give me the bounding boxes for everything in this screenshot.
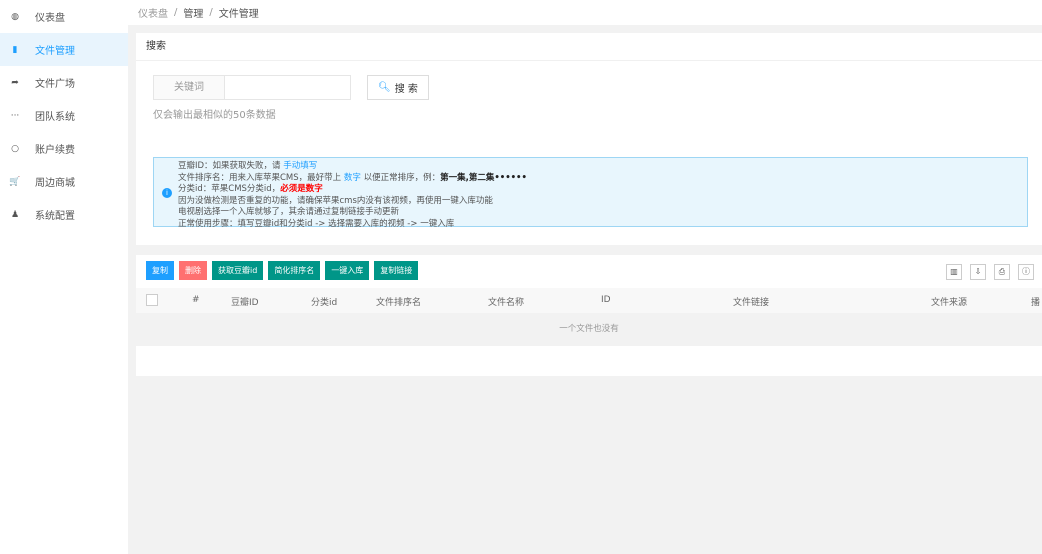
export-icon[interactable]: ⇩ [970, 264, 986, 280]
tip-text: 因为没做检测是否重复的功能，请确保苹果cms内没有该视频，再使用一键入库功能 [178, 195, 493, 206]
search-card-title: 搜索 [136, 33, 1042, 61]
breadcrumb-separator: / [174, 7, 178, 18]
sidebar-item-label: 团队系统 [35, 112, 75, 123]
empty-message: 一个文件也没有 [136, 313, 1042, 346]
tip-text: 数字 [343, 172, 361, 183]
column-header: 播 [1031, 298, 1041, 308]
file-table-card: 复制 删除 获取豆瓣id 简化排序名 一键入库 复制链接 ▥ ⇩ ⎙ ⓘ # 豆瓣ID 分类id 文件… [136, 255, 1042, 376]
tip-text: 正常使用步骤：填写豆瓣id和分类id -> 选择需要入库的视频 -> 一键入库 [178, 218, 455, 229]
sidebar-item-5[interactable]: 🛒 周边商城 [0, 165, 128, 198]
info-icon[interactable]: ⓘ [1018, 264, 1034, 280]
tip-text: 豆瓣ID：如果获取失败，请 手动填写 [178, 161, 1027, 173]
tip-text: 必须是数字 [280, 184, 323, 194]
sidebar-item-2[interactable]: ➦ 文件广场 [0, 66, 128, 99]
keyword-input[interactable] [225, 75, 351, 100]
sidebar-item-label: 仪表盘 [35, 13, 65, 24]
info-icon: i [162, 188, 172, 198]
share-icon: ➦ [11, 77, 19, 88]
user-icon: ♟ [10, 209, 20, 220]
column-header: ID [601, 295, 611, 305]
toolbar-button-1[interactable]: 删除 [179, 261, 207, 280]
toolbar-button-4[interactable]: 一键入库 [325, 261, 370, 280]
breadcrumb-item[interactable]: 仪表盘 [138, 5, 168, 20]
breadcrumb-separator: / [209, 7, 213, 18]
keyword-label: 关键词 [153, 75, 225, 100]
column-header: # [192, 295, 200, 305]
info-tip: i 豆瓣ID：如果获取失败，请 手动填写 文件排序名：用来入库苹果CMS，最好带… [153, 157, 1028, 229]
dashboard-icon: ◍ [11, 11, 19, 22]
sidebar-item-6[interactable]: ♟ 系统配置 [0, 198, 128, 231]
column-header: 文件链接 [733, 298, 770, 308]
search-hint: 仅会输出最相似的50条数据 [153, 110, 276, 121]
breadcrumb-item[interactable]: 管理 [183, 5, 203, 20]
column-header: 豆瓣ID [231, 298, 259, 308]
tip-text: 第一集,第二集•••••• [440, 172, 527, 183]
sidebar-item-label: 周边商城 [35, 178, 75, 189]
toolbar-button-5[interactable]: 复制链接 [374, 261, 419, 280]
ellipsis-icon: ··· [10, 110, 20, 121]
tip-text: 电视剧选择一个入库就够了，其余请通过复制链接手动更新 [178, 207, 400, 217]
tip-text: 分类id：苹果CMS分类id，必须是数字 [178, 184, 1027, 196]
sidebar-item-3[interactable]: ··· 团队系统 [0, 99, 128, 132]
search-icon: 🔍︎ [378, 82, 391, 93]
tip-text: 文件排序名：用来入库苹果CMS，最好带上 [178, 172, 344, 183]
circle-icon: ○ [11, 143, 19, 154]
tip-text: 文件排序名：用来入库苹果CMS，最好带上 数字 以便正常排序，例：第一集,第二集… [178, 173, 1027, 185]
search-button[interactable]: 🔍︎ 搜 索 [367, 75, 429, 100]
tip-text: 豆瓣ID：如果获取失败，请 [178, 161, 284, 171]
select-all-checkbox[interactable] [146, 294, 158, 306]
tip-text: 手动填写 [283, 161, 318, 171]
column-header: 分类id [311, 298, 338, 308]
sidebar: ◍ 仪表盘 ▮ 文件管理 ➦ 文件广场 ··· 团队系统 ○ 账户续费 🛒 周边商城 ♟ 系统配置 [0, 0, 128, 554]
toolbar-button-3[interactable]: 简化排序名 [268, 261, 321, 280]
breadcrumb-item[interactable]: 文件管理 [219, 5, 259, 20]
tip-text: 分类id：苹果CMS分类id， [178, 184, 281, 194]
sidebar-item-label: 文件管理 [35, 46, 75, 57]
sidebar-item-0[interactable]: ◍ 仪表盘 [0, 0, 128, 33]
sidebar-item-label: 系统配置 [35, 211, 75, 222]
print-icon[interactable]: ⎙ [994, 264, 1010, 280]
toolbar-button-2[interactable]: 获取豆瓣id [212, 261, 264, 280]
table-header: # 豆瓣ID 分类id 文件排序名 文件名称 ID 文件链接 文件来源 播 [136, 288, 1042, 313]
column-header: 文件排序名 [376, 298, 422, 308]
sidebar-item-label: 文件广场 [35, 79, 75, 90]
breadcrumb: 仪表盘 / 管理 / 文件管理 [128, 0, 1042, 25]
columns-icon[interactable]: ▥ [946, 264, 962, 280]
file-icon: ▮ [12, 44, 18, 55]
sidebar-item-label: 账户续费 [35, 145, 75, 156]
search-card: 搜索 关键词 🔍︎ 搜 索 仅会输出最相似的50条数据 i 豆瓣ID：如果获取失败… [136, 33, 1042, 245]
cart-icon: 🛒 [9, 176, 21, 187]
column-header: 文件来源 [931, 298, 968, 308]
tip-text: 以便正常排序，例： [360, 172, 441, 183]
sidebar-item-1[interactable]: ▮ 文件管理 [0, 33, 128, 66]
column-header: 文件名称 [488, 298, 525, 308]
sidebar-item-4[interactable]: ○ 账户续费 [0, 132, 128, 165]
toolbar-button-0[interactable]: 复制 [146, 261, 174, 280]
